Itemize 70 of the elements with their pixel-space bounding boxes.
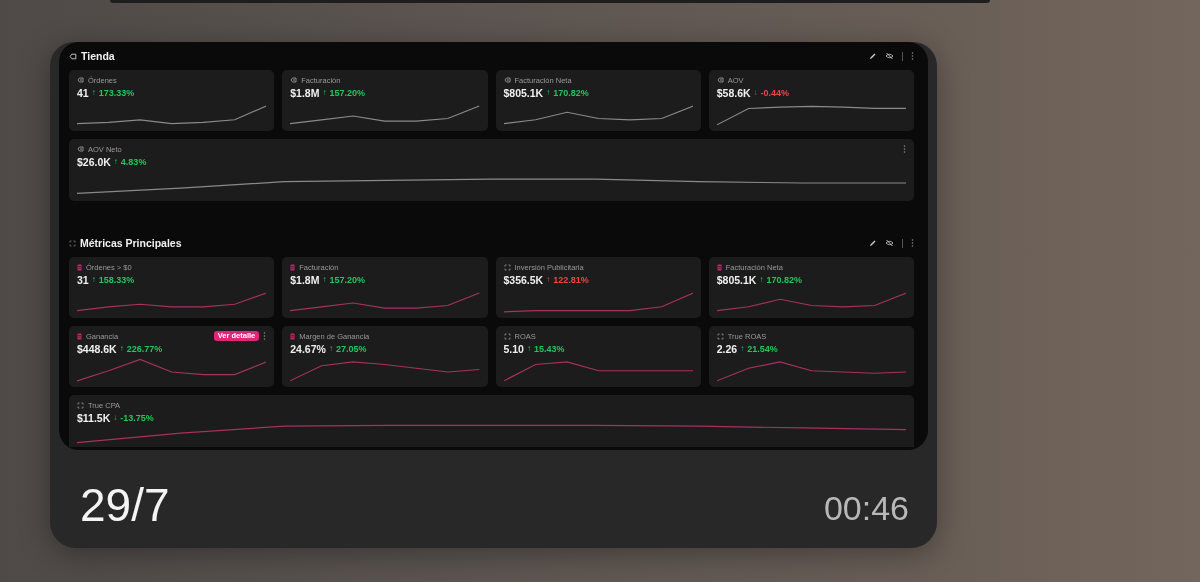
- tag-icon: [716, 77, 724, 83]
- change-percent: -0.44%: [760, 88, 790, 98]
- trend-arrow: ↑: [546, 89, 551, 97]
- bookmark-icon: [716, 263, 722, 271]
- duration-label: 00:46: [823, 489, 909, 528]
- trend-arrow: ↑: [759, 276, 764, 284]
- change-percent: 173.33%: [98, 88, 135, 98]
- eye-off-icon[interactable]: [885, 52, 894, 60]
- kebab-menu-icon[interactable]: [911, 239, 914, 247]
- trend-arrow: ↑: [322, 89, 327, 97]
- bookmark-icon: [290, 263, 296, 271]
- bookmark-icon: [77, 263, 82, 271]
- metric-value: 5.10: [503, 343, 524, 355]
- metric-value: $805.1K: [503, 87, 544, 99]
- change-percent: 15.43%: [533, 344, 565, 354]
- change-percent: 27.05%: [335, 344, 367, 354]
- bookmark-icon: [77, 332, 82, 340]
- tag-icon: [503, 77, 511, 83]
- metric-value: $356.5K: [503, 274, 544, 286]
- change-percent: 21.54%: [747, 344, 778, 354]
- change-percent: -13.75%: [120, 413, 154, 423]
- trend-arrow: ↑: [526, 345, 531, 353]
- trend-arrow: ↑: [546, 276, 551, 284]
- date-label: 29/7: [80, 478, 170, 532]
- tag-icon: [77, 146, 84, 152]
- section-title: Métricas Principales: [80, 237, 183, 249]
- tag-icon: [77, 77, 84, 83]
- metric-value: $11.5K: [77, 412, 111, 424]
- frame-icon: [77, 401, 84, 409]
- metric-value: $805.1K: [716, 274, 757, 286]
- trend-arrow: ↑: [91, 276, 96, 284]
- metric-value: 24.67%: [290, 343, 326, 355]
- frame-icon: [503, 332, 511, 340]
- change-percent: 122.81%: [553, 275, 589, 285]
- change-percent: 157.20%: [329, 275, 365, 285]
- change-percent: 4.83%: [120, 157, 147, 167]
- eye-off-icon[interactable]: [885, 239, 894, 247]
- metric-value: $58.6K: [716, 87, 751, 99]
- change-percent: 170.82%: [766, 275, 802, 285]
- metric-value: $26.0K: [77, 156, 111, 168]
- kebab-menu-icon[interactable]: [911, 52, 914, 60]
- kebab-menu-icon[interactable]: [263, 332, 267, 340]
- metric-value: $448.6K: [77, 343, 117, 355]
- tag-icon: [290, 77, 298, 83]
- trend-arrow: ↑: [91, 89, 96, 97]
- section-title: Tienda: [81, 50, 116, 62]
- trend-arrow: ↓: [113, 414, 118, 422]
- metric-value: 31: [77, 274, 89, 286]
- change-percent: 157.20%: [329, 88, 365, 98]
- trend-arrow: ↑: [740, 345, 745, 353]
- tag-icon: [69, 52, 77, 60]
- metric-value: $1.8M: [290, 274, 320, 286]
- change-percent: 170.82%: [553, 88, 589, 98]
- trend-arrow: ↓: [753, 89, 758, 97]
- trend-arrow: ↑: [322, 276, 327, 284]
- frame-icon: [716, 332, 724, 340]
- pencil-icon[interactable]: [869, 52, 877, 60]
- metric-value: $1.8M: [290, 87, 320, 99]
- trend-arrow: ↑: [119, 345, 124, 353]
- metric-value: 41: [77, 87, 89, 99]
- change-percent: 158.33%: [98, 275, 135, 285]
- frame-icon: [503, 263, 511, 271]
- change-percent: 226.77%: [126, 344, 163, 354]
- bookmark-icon: [290, 332, 296, 340]
- frame-icon: [69, 239, 76, 247]
- trend-arrow: ↑: [328, 345, 333, 353]
- trend-arrow: ↑: [113, 158, 118, 166]
- metric-value: 2.26: [716, 343, 738, 355]
- pencil-icon[interactable]: [869, 239, 877, 247]
- kebab-menu-icon[interactable]: [903, 145, 906, 153]
